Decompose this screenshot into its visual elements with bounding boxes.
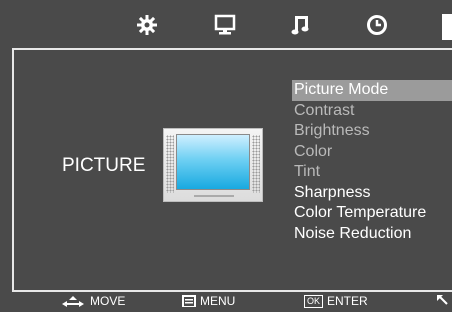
menu-item-picture-mode[interactable]: Picture Mode xyxy=(292,80,452,101)
move-arrows-icon xyxy=(62,296,84,307)
menu-item-contrast[interactable]: Contrast xyxy=(292,101,452,122)
section-title: PICTURE xyxy=(62,155,146,176)
menu-item-noise-reduction[interactable]: Noise Reduction xyxy=(292,224,452,245)
menu-item-color-temperature[interactable]: Color Temperature xyxy=(292,203,452,224)
menu-hint: MENU xyxy=(182,294,235,308)
picture-menu: Picture Mode Contrast Brightness Color T… xyxy=(292,80,452,244)
tab-bar xyxy=(12,0,452,50)
tv-screen xyxy=(176,134,250,190)
speaker-grille-left xyxy=(166,135,174,193)
menu-item-tint[interactable]: Tint xyxy=(292,162,452,183)
enter-hint-label: ENTER xyxy=(327,294,368,308)
gear-icon[interactable] xyxy=(134,12,160,38)
hint-bar: MOVE MENU OK ENTER xyxy=(12,290,452,312)
menu-hint-label: MENU xyxy=(200,294,236,308)
menu-item-brightness[interactable]: Brightness xyxy=(292,121,452,142)
tv-illustration xyxy=(163,128,263,202)
ok-key-icon: OK xyxy=(304,294,324,308)
speaker-grille-right xyxy=(252,135,260,193)
clock-icon[interactable] xyxy=(364,12,390,38)
menu-item-color[interactable]: Color xyxy=(292,142,452,163)
move-hint: MOVE xyxy=(60,294,125,308)
monitor-icon[interactable] xyxy=(212,12,238,38)
menu-list-icon xyxy=(182,295,196,307)
return-hint xyxy=(436,294,450,306)
enter-hint: OK ENTER xyxy=(304,294,368,308)
move-hint-label: MOVE xyxy=(90,294,126,308)
tv-base xyxy=(194,195,234,197)
menu-item-sharpness[interactable]: Sharpness xyxy=(292,183,452,204)
music-note-icon[interactable] xyxy=(288,12,314,38)
return-arrow-icon xyxy=(437,295,448,305)
active-tab-indicator[interactable] xyxy=(442,14,452,40)
